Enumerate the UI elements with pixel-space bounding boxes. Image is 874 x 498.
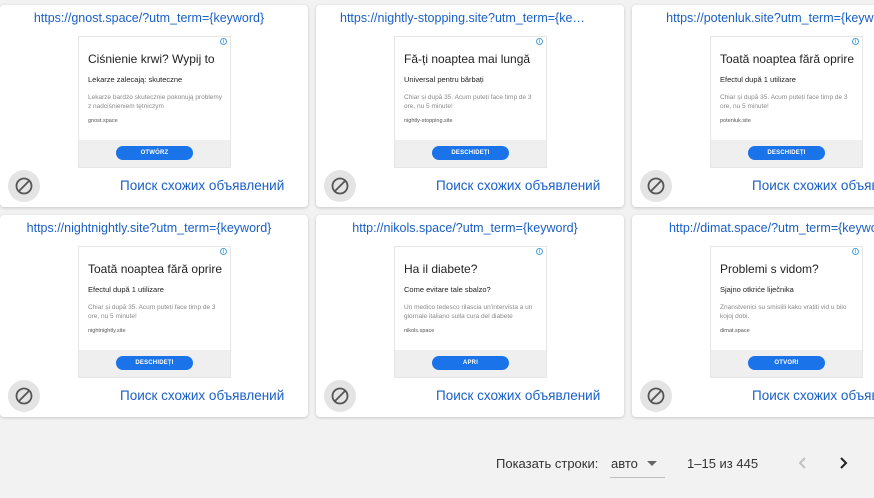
ad-card: https://gnost.space/?utm_term={keyword} … — [0, 5, 308, 207]
block-button[interactable] — [8, 170, 40, 202]
ad-headline: Toată noaptea fără oprire — [88, 262, 223, 276]
find-similar-ads-link[interactable]: Поиск схожих объявлений — [120, 388, 284, 403]
find-similar-ads-link[interactable]: Поиск схожих объявлений — [120, 178, 284, 193]
caret-down-icon — [647, 461, 657, 466]
find-similar-ads-link[interactable]: Поиск схожих объявлений — [436, 178, 600, 193]
find-similar-ads-link[interactable]: Поиск схожих объявлений — [752, 178, 874, 193]
block-button[interactable] — [640, 170, 672, 202]
ad-card: https://nightly-stopping.site?utm_term={… — [316, 5, 624, 207]
rows-per-page-label: Показать строки: — [496, 456, 599, 471]
ad-url-link[interactable]: http://dimat.space/?utm_term={keyword} — [656, 221, 874, 235]
ad-headline: Ha il diabete? — [404, 262, 478, 276]
ad-preview[interactable]: i Ciśnienie krwi? Wypij to Lekarze zalec… — [78, 36, 231, 168]
ad-headline: Toată noaptea fără oprire — [720, 52, 855, 66]
ad-info-icon: i — [536, 38, 543, 45]
block-button[interactable] — [324, 170, 356, 202]
ad-cta-button[interactable]: APRI — [432, 356, 509, 370]
ad-description: Un medico tedesco rilascia un'intervista… — [404, 304, 533, 320]
ad-subline: Sjajno otkriće liječnika — [720, 285, 794, 294]
block-icon — [331, 387, 349, 405]
chevron-left-icon — [798, 457, 806, 469]
ad-subline: Efectul după 1 utilizare — [88, 285, 164, 294]
ad-url-link[interactable]: https://nightly-stopping.site?utm_term={… — [340, 11, 590, 25]
ad-subline: Universal pentru bărbați — [404, 75, 484, 84]
block-icon — [331, 177, 349, 195]
ad-card: https://nightnightly.site?utm_term={keyw… — [0, 215, 308, 417]
ad-results-grid: https://gnost.space/?utm_term={keyword} … — [0, 0, 874, 420]
block-icon — [15, 387, 33, 405]
block-button[interactable] — [324, 380, 356, 412]
ad-info-icon: i — [220, 38, 227, 45]
ad-domain: nikols.space — [404, 328, 435, 334]
ad-cta-button[interactable]: DESCHIDEȚI — [116, 356, 193, 370]
ad-footer: DESCHIDEȚI — [395, 140, 546, 167]
ad-preview[interactable]: i Fă-ți noaptea mai lungă Universal pent… — [394, 36, 547, 168]
ad-cta-button[interactable]: OTWÓRZ — [116, 146, 193, 160]
find-similar-ads-link[interactable]: Поиск схожих объявлений — [752, 388, 874, 403]
ad-card: https://potenluk.site?utm_term={keyword}… — [632, 5, 874, 207]
ad-subline: Lekarze zalecają: skuteczne — [88, 75, 183, 84]
ad-headline: Problemi s vidom? — [720, 262, 819, 276]
block-button[interactable] — [8, 380, 40, 412]
ad-cta-button[interactable]: DESCHIDEȚI — [432, 146, 509, 160]
ad-subline: Efectul după 1 utilizare — [720, 75, 796, 84]
ad-footer: OTWÓRZ — [79, 140, 230, 167]
ad-card: http://nikols.space/?utm_term={keyword} … — [316, 215, 624, 417]
ad-domain: gnost.space — [88, 118, 118, 124]
rows-per-page-select[interactable]: авто — [610, 448, 665, 478]
block-icon — [647, 387, 665, 405]
ad-description: Chiar și după 35. Acum puteți face timp … — [720, 94, 848, 110]
ad-info-icon: i — [852, 38, 859, 45]
ad-subline: Come evitare tale sbalzo? — [404, 285, 491, 294]
block-button[interactable] — [640, 380, 672, 412]
ad-url-link[interactable]: https://potenluk.site?utm_term={keyword} — [656, 11, 874, 25]
ad-cta-button[interactable]: DESCHIDEȚI — [748, 146, 825, 160]
ad-domain: nightly-stopping.site — [404, 118, 453, 124]
find-similar-ads-link[interactable]: Поиск схожих объявлений — [436, 388, 600, 403]
ad-url-link[interactable]: http://nikols.space/?utm_term={keyword} — [340, 221, 590, 235]
ad-cta-button[interactable]: OTVORI — [748, 356, 825, 370]
ad-card: http://dimat.space/?utm_term={keyword} i… — [632, 215, 874, 417]
previous-page-button[interactable] — [789, 449, 817, 477]
next-page-button[interactable] — [829, 449, 857, 477]
ad-description: Chiar și după 35. Acum puteți face timp … — [88, 304, 216, 320]
ad-headline: Fă-ți noaptea mai lungă — [404, 52, 531, 66]
ad-url-link[interactable]: https://gnost.space/?utm_term={keyword} — [24, 11, 274, 25]
ad-footer: DESCHIDEȚI — [79, 350, 230, 377]
ad-info-icon: i — [220, 248, 227, 255]
ad-description: Znanstvenici su smislili kako vratiti vi… — [720, 304, 847, 320]
ad-preview[interactable]: i Toată noaptea fără oprire Efectul după… — [78, 246, 231, 378]
block-icon — [647, 177, 665, 195]
ad-description: Chiar și după 35. Acum puteți face timp … — [404, 94, 532, 110]
ad-preview[interactable]: i Toată noaptea fără oprire Efectul după… — [710, 36, 863, 168]
ad-domain: potenluk.site — [720, 118, 751, 124]
ad-info-icon: i — [536, 248, 543, 255]
block-icon — [15, 177, 33, 195]
chevron-right-icon — [840, 457, 848, 469]
ad-preview[interactable]: i Ha il diabete? Come evitare tale sbalz… — [394, 246, 547, 378]
ad-domain: dimat.space — [720, 328, 750, 334]
ad-url-link[interactable]: https://nightnightly.site?utm_term={keyw… — [24, 221, 274, 235]
ad-preview[interactable]: i Problemi s vidom? Sjajno otkriće liječ… — [710, 246, 863, 378]
ad-footer: DESCHIDEȚI — [711, 140, 862, 167]
pagination-range: 1–15 из 445 — [687, 456, 759, 471]
ad-description: Lekarze bardzo skutecznie pokonują probl… — [88, 94, 223, 110]
ad-domain: nightnightly.site — [88, 328, 126, 334]
pagination-bar: Показать строки: авто 1–15 из 445 — [0, 448, 874, 478]
ad-footer: APRI — [395, 350, 546, 377]
ad-info-icon: i — [852, 248, 859, 255]
ad-footer: OTVORI — [711, 350, 862, 377]
ad-headline: Ciśnienie krwi? Wypij to — [88, 52, 215, 66]
rows-per-page-value: авто — [611, 456, 638, 471]
